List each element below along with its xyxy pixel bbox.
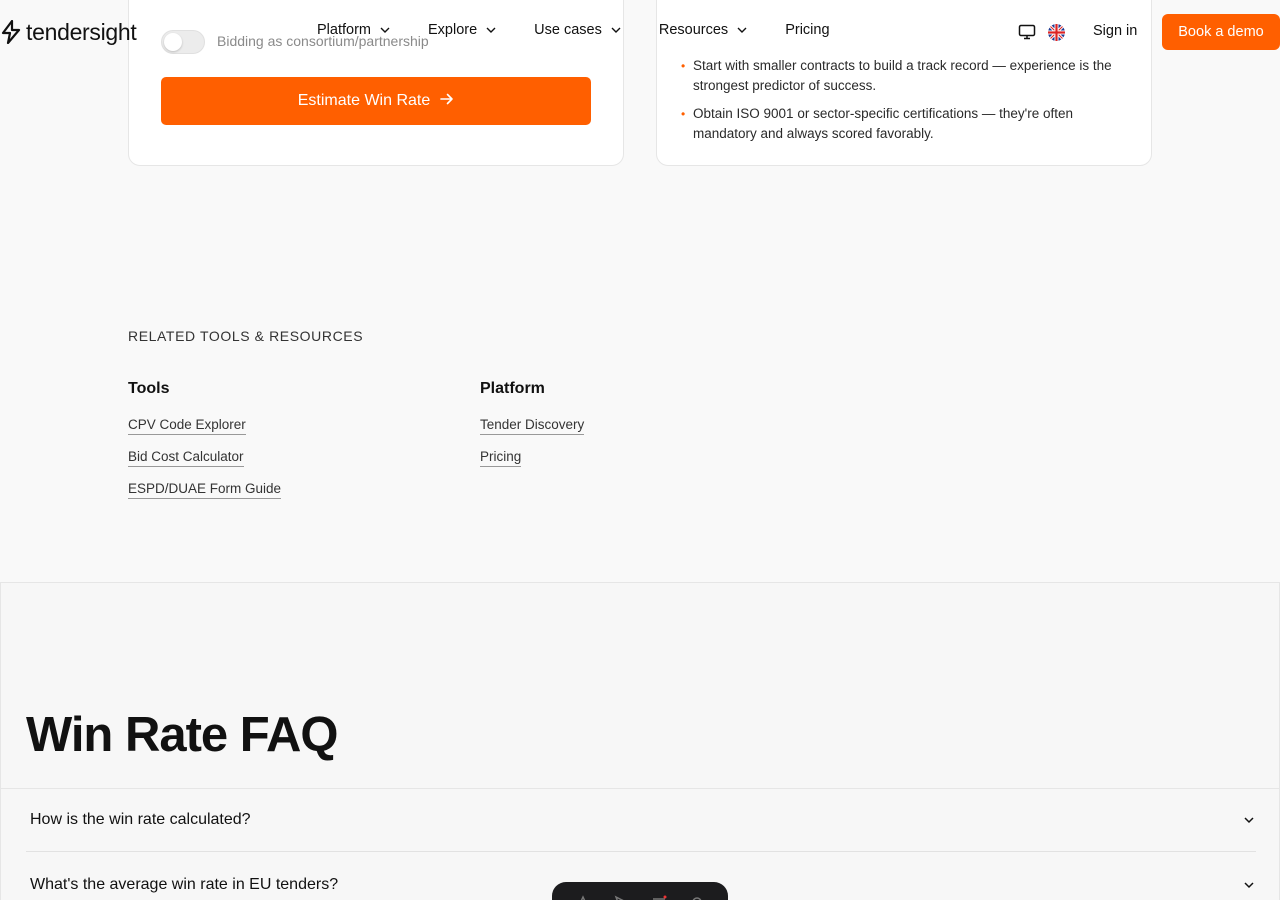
menu-tool-icon[interactable]	[651, 894, 667, 900]
link-espd-duae-form-guide[interactable]: ESPD/DUAE Form Guide	[128, 480, 282, 499]
nav-explore[interactable]: Explore	[428, 22, 497, 38]
tools-column: Tools CPV Code Explorer Bid Cost Calcula…	[128, 380, 282, 512]
platform-title: Platform	[480, 380, 545, 397]
uk-flag-icon[interactable]	[1048, 24, 1065, 41]
gear-icon[interactable]	[689, 894, 705, 900]
faq-question: How is the win rate calculated?	[30, 810, 251, 828]
floating-toolbar	[552, 882, 728, 900]
monitor-icon[interactable]	[1018, 24, 1036, 40]
nav-label: Explore	[428, 22, 478, 38]
link-cpv-code-explorer[interactable]: CPV Code Explorer	[128, 416, 246, 435]
nav-label: Pricing	[785, 22, 830, 38]
platform-column: Platform Tender Discovery Pricing	[480, 380, 585, 480]
nav-resources[interactable]: Resources	[659, 22, 748, 38]
faq-item[interactable]: How is the win rate calculated?	[26, 788, 1256, 852]
logo-mark-icon	[1, 20, 21, 44]
chevron-down-icon	[1244, 816, 1254, 823]
nav-pricing[interactable]: Pricing	[785, 22, 829, 38]
chevron-down-icon	[611, 27, 621, 33]
page: Bidding as consortium/partnership Estima…	[0, 0, 1280, 900]
tip-text: Obtain ISO 9001 or sector-specific certi…	[693, 106, 1073, 141]
logo-text: tendersight	[26, 18, 137, 45]
chevron-down-icon	[486, 27, 496, 33]
site-header: tendersight Platform Explore Use cases R…	[0, 0, 1280, 64]
nav-label: Platform	[317, 22, 371, 38]
nav-platform[interactable]: Platform	[317, 22, 391, 38]
related-heading: RELATED TOOLS & RESOURCES	[128, 328, 364, 344]
sign-in-link[interactable]: Sign in	[1093, 23, 1137, 39]
main-nav: Platform Explore Use cases Resources Pri…	[317, 22, 830, 38]
nav-label: Use cases	[534, 22, 602, 38]
text-tool-icon[interactable]	[575, 894, 591, 900]
chevron-down-icon	[737, 27, 747, 33]
chevron-down-icon	[380, 27, 390, 33]
faq-title: Win Rate FAQ	[26, 708, 339, 762]
arrow-right-icon	[440, 92, 454, 110]
faq-section: Win Rate FAQ How is the win rate calcula…	[0, 582, 1280, 900]
tips-list: • Start with smaller contracts to build a…	[681, 56, 1127, 152]
nav-label: Resources	[658, 22, 729, 38]
pointer-tool-icon[interactable]	[613, 894, 629, 900]
faq-question: What's the average win rate in EU tender…	[30, 876, 339, 893]
link-pricing[interactable]: Pricing	[480, 448, 522, 467]
chevron-down-icon	[1244, 882, 1254, 889]
estimate-win-rate-button[interactable]: Estimate Win Rate	[161, 77, 591, 125]
logo[interactable]: tendersight	[0, 18, 137, 46]
link-tender-discovery[interactable]: Tender Discovery	[480, 416, 585, 435]
link-bid-cost-calculator[interactable]: Bid Cost Calculator	[128, 448, 244, 467]
estimate-button-label: Estimate Win Rate	[297, 92, 431, 109]
bullet-icon: •	[681, 107, 686, 121]
tools-title: Tools	[128, 380, 170, 397]
nav-use-cases[interactable]: Use cases	[534, 22, 622, 38]
tip-item: • Obtain ISO 9001 or sector-specific cert…	[681, 104, 1127, 144]
book-demo-button[interactable]: Book a demo	[1162, 14, 1280, 50]
